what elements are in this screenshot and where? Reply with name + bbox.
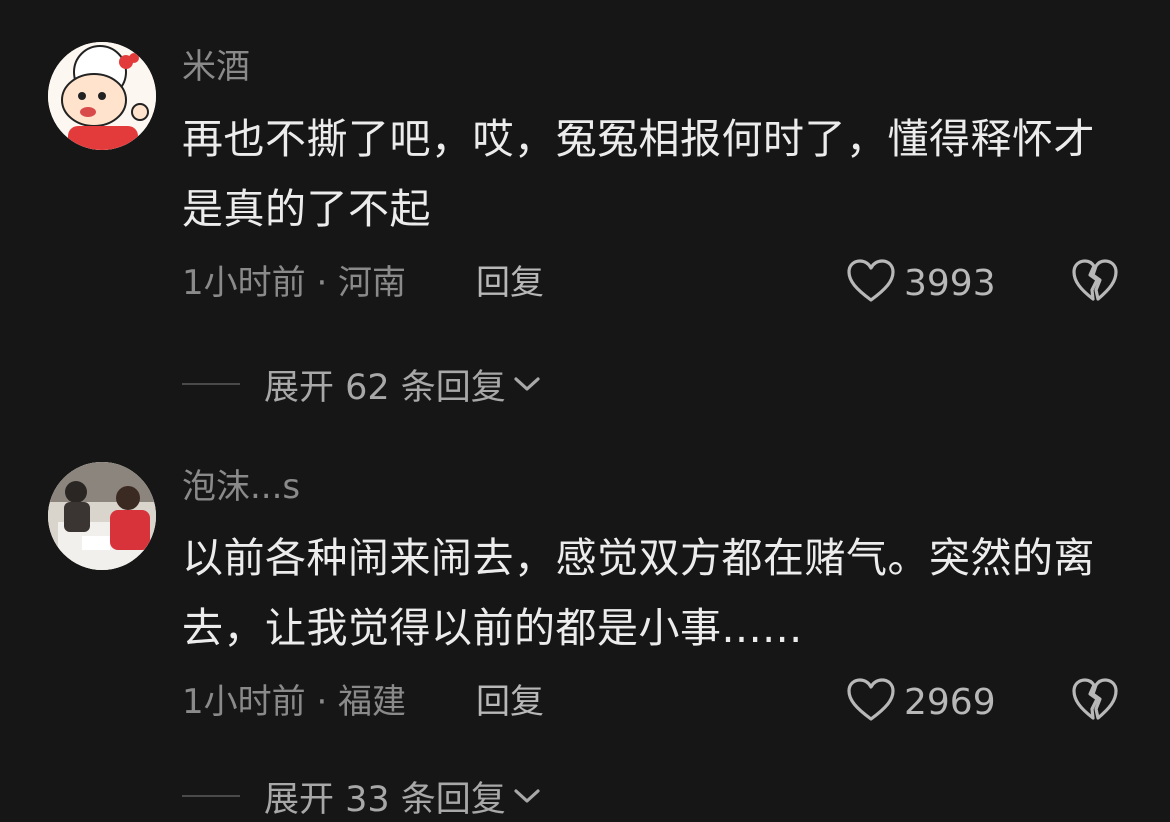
expand-replies-button[interactable]: 展开 62 条回复 xyxy=(182,362,542,408)
comment-item: 米酒 再也不撕了吧，哎，冤冤相报何时了，懂得释怀才是真的了不起 1小时前 · 河… xyxy=(0,0,1170,440)
broken-heart-icon xyxy=(1071,258,1119,308)
expand-replies-label: 展开 33 条回复 xyxy=(264,779,506,820)
like-count: 2969 xyxy=(904,681,996,723)
comment-time-location: 1小时前 · 福建 xyxy=(182,682,407,722)
username[interactable]: 泡沫...s xyxy=(182,467,300,507)
username[interactable]: 米酒 xyxy=(182,47,250,87)
heart-outline-icon xyxy=(846,258,896,308)
reply-button[interactable]: 回复 xyxy=(476,261,544,305)
avatar[interactable] xyxy=(48,462,156,570)
chevron-down-icon xyxy=(512,786,542,806)
like-count: 3993 xyxy=(904,262,996,304)
expand-replies-button[interactable]: 展开 33 条回复 xyxy=(182,774,542,820)
dislike-button[interactable] xyxy=(1070,676,1120,728)
comment-text: 以前各种闹来闹去，感觉双方都在赌气。突然的离去，让我觉得以前的都是小事.....… xyxy=(182,534,1095,652)
like-button[interactable]: 3993 xyxy=(846,257,996,309)
divider-line xyxy=(182,383,240,385)
avatar[interactable] xyxy=(48,42,156,150)
chevron-down-icon xyxy=(512,374,542,394)
comment-time-location: 1小时前 · 河南 xyxy=(182,263,407,303)
heart-outline-icon xyxy=(846,677,896,727)
like-button[interactable]: 2969 xyxy=(846,676,996,728)
reply-button[interactable]: 回复 xyxy=(476,680,544,724)
expand-replies-label: 展开 62 条回复 xyxy=(264,367,506,408)
dislike-button[interactable] xyxy=(1070,257,1120,309)
broken-heart-icon xyxy=(1071,677,1119,727)
divider-line xyxy=(182,795,240,797)
comment-text: 再也不撕了吧，哎，冤冤相报何时了，懂得释怀才是真的了不起 xyxy=(182,115,1095,233)
comment-item: 泡沫...s 以前各种闹来闹去，感觉双方都在赌气。突然的离去，让我觉得以前的都是… xyxy=(0,440,1170,820)
